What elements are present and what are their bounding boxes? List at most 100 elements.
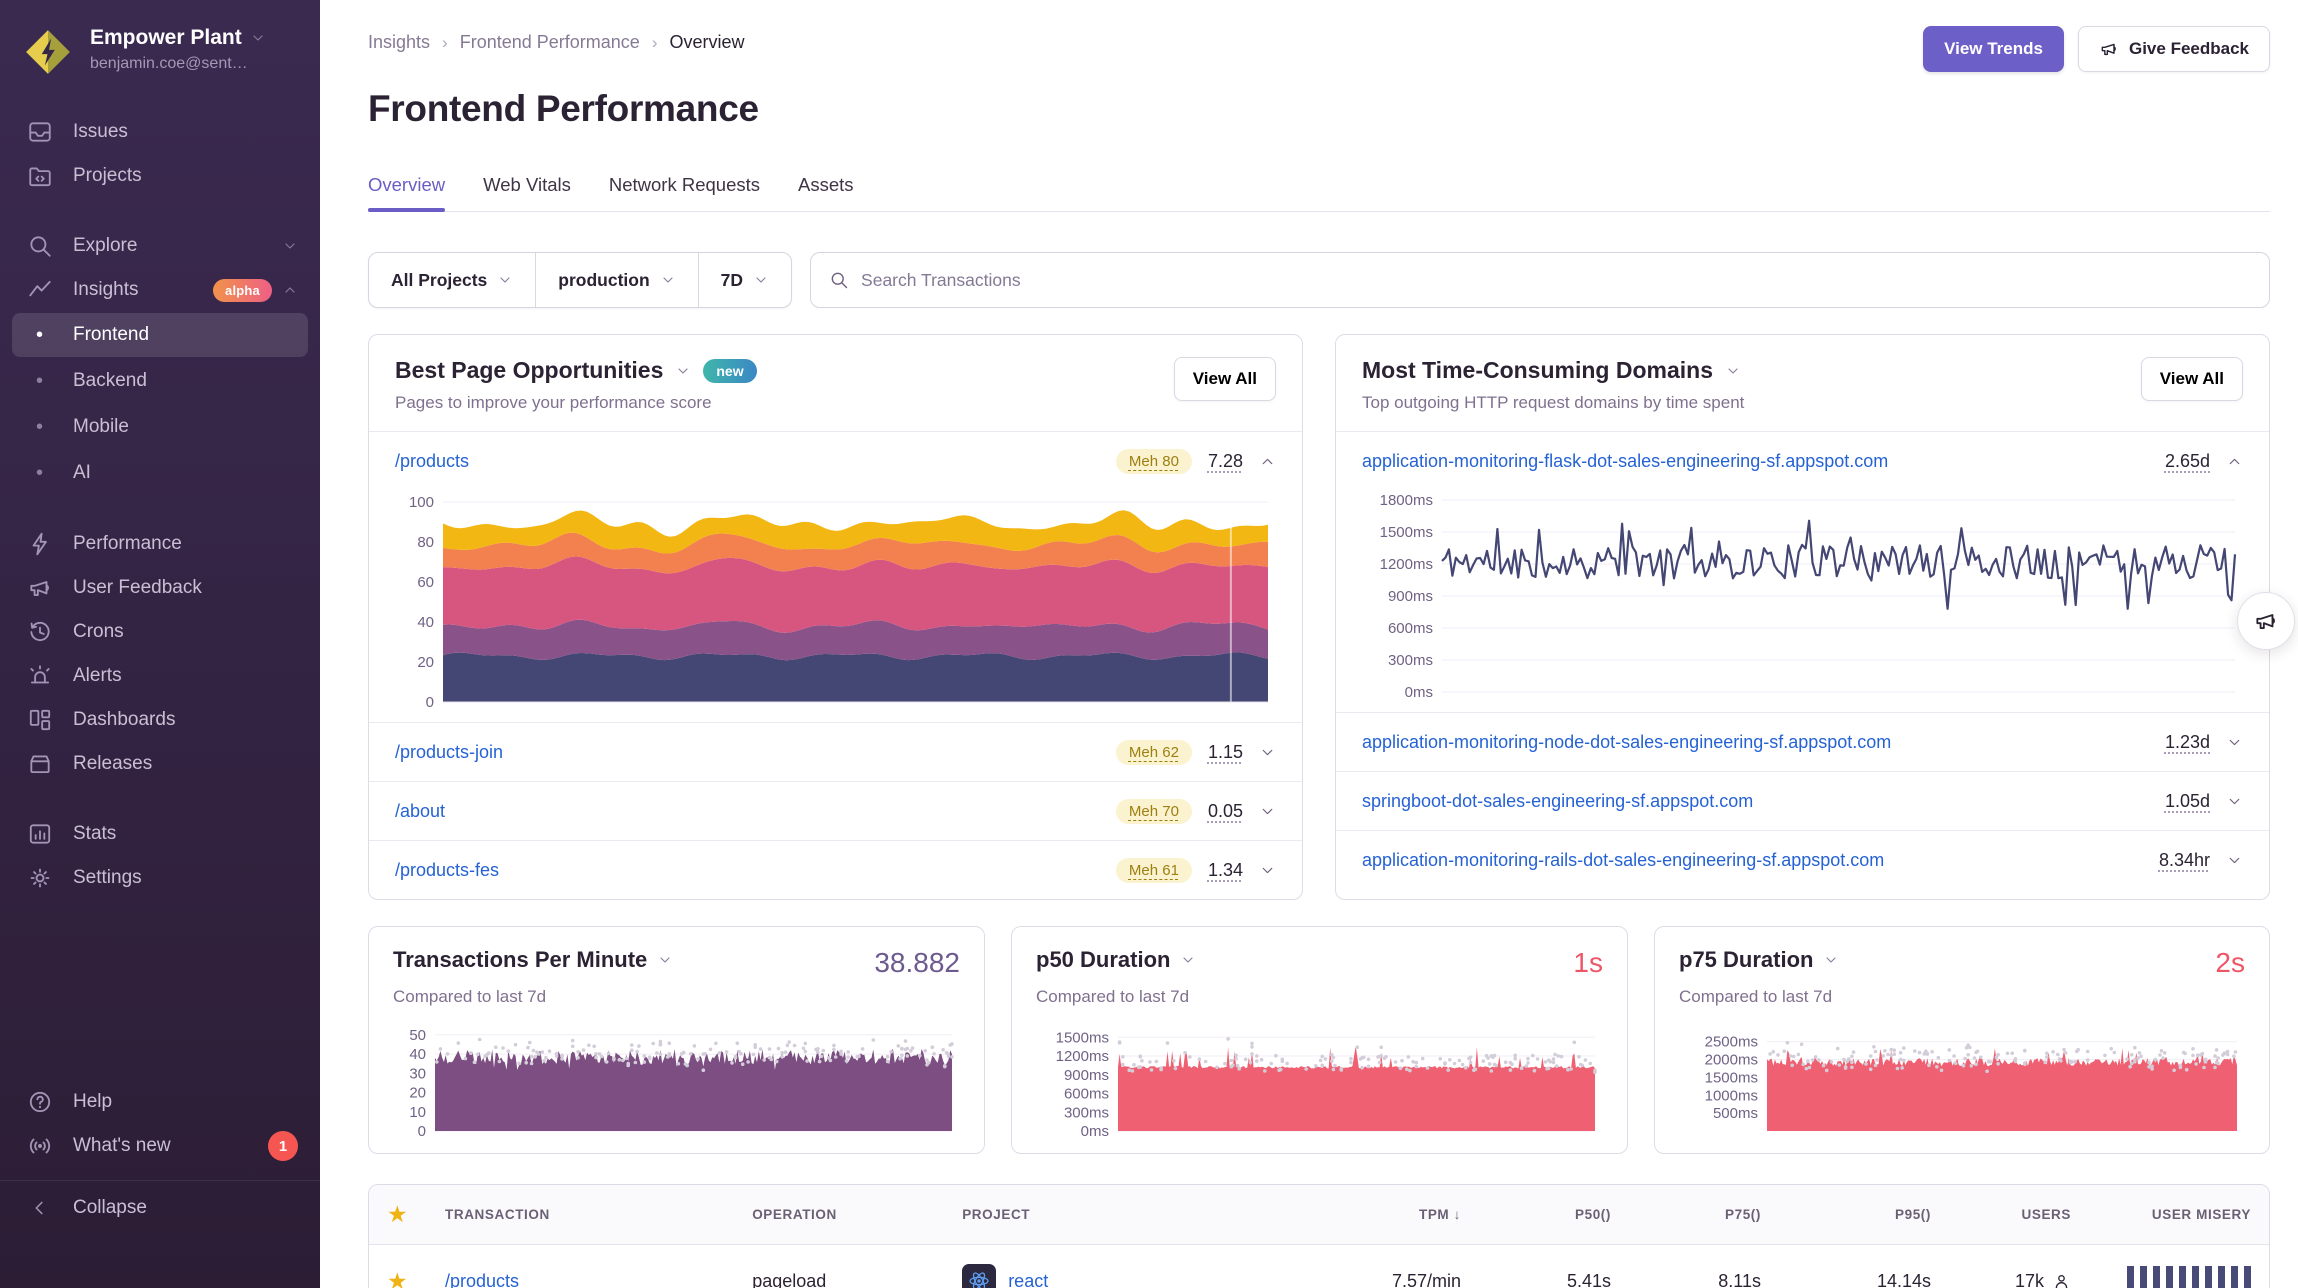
domain-link[interactable]: springboot-dot-sales-engineering-sf.apps… — [1362, 791, 1753, 812]
breadcrumb-frontend-performance[interactable]: Frontend Performance — [460, 32, 640, 53]
project-filter[interactable]: All Projects — [369, 253, 535, 307]
chevron-up-icon[interactable] — [2226, 453, 2243, 470]
view-trends-button[interactable]: View Trends — [1923, 26, 2064, 72]
svg-text:500ms: 500ms — [1713, 1105, 1758, 1122]
tab-assets[interactable]: Assets — [798, 174, 854, 211]
chevron-down-icon[interactable] — [657, 952, 673, 968]
give-feedback-button[interactable]: Give Feedback — [2078, 26, 2270, 72]
floating-feedback-button[interactable] — [2237, 592, 2295, 650]
page-link[interactable]: /products-join — [395, 742, 503, 763]
column-p95[interactable]: P95() — [1779, 1207, 1949, 1222]
main-content: Insights › Frontend Performance › Overvi… — [320, 0, 2298, 1288]
sidebar-item-backend[interactable]: • Backend — [12, 359, 308, 403]
svg-text:1200ms: 1200ms — [1380, 556, 1433, 573]
sidebar-item-label: Releases — [73, 753, 152, 775]
svg-text:0: 0 — [418, 1123, 426, 1139]
p50-value: 5.41s — [1479, 1271, 1629, 1288]
sidebar-item-insights[interactable]: Insights alpha — [0, 268, 320, 312]
sidebar-item-whats-new[interactable]: What's new 1 — [0, 1124, 320, 1168]
sidebar-item-label: Collapse — [73, 1197, 147, 1219]
domain-link[interactable]: application-monitoring-rails-dot-sales-e… — [1362, 850, 1884, 871]
sidebar-item-frontend[interactable]: • Frontend — [12, 313, 308, 357]
sidebar-item-releases[interactable]: Releases — [0, 742, 320, 786]
sidebar-item-performance[interactable]: Performance — [0, 522, 320, 566]
chevron-down-icon[interactable] — [675, 363, 691, 379]
org-meta: Empower Plant benjamin.coe@sent… — [90, 26, 266, 73]
sidebar-item-stats[interactable]: Stats — [0, 812, 320, 856]
column-operation[interactable]: OPERATION — [734, 1207, 944, 1222]
sidebar-item-issues[interactable]: Issues — [0, 110, 320, 154]
column-tpm[interactable]: TPM ↓ — [1274, 1207, 1479, 1222]
sidebar: Empower Plant benjamin.coe@sent… Issues … — [0, 0, 320, 1288]
domain-link[interactable]: application-monitoring-node-dot-sales-en… — [1362, 732, 1891, 753]
breadcrumb: Insights › Frontend Performance › Overvi… — [368, 32, 745, 53]
domain-row-springboot: springboot-dot-sales-engineering-sf.apps… — [1336, 771, 2269, 830]
star-icon[interactable]: ★ — [387, 1268, 408, 1288]
card-value: 2s — [2215, 947, 2245, 979]
environment-filter[interactable]: production — [535, 253, 697, 307]
chevron-down-icon[interactable] — [1725, 363, 1741, 379]
sidebar-collapse-button[interactable]: Collapse — [0, 1180, 320, 1224]
domain-row-rails: application-monitoring-rails-dot-sales-e… — [1336, 830, 2269, 889]
page-filters: All Projects production 7D — [368, 252, 792, 308]
svg-text:600ms: 600ms — [1064, 1086, 1109, 1103]
sort-arrow-icon: ↓ — [1454, 1207, 1461, 1222]
domain-link[interactable]: application-monitoring-flask-dot-sales-e… — [1362, 451, 1888, 472]
project-link[interactable]: react — [1008, 1271, 1048, 1288]
transaction-link[interactable]: /products — [445, 1271, 519, 1288]
chevron-down-icon[interactable] — [1259, 744, 1276, 761]
sidebar-item-explore[interactable]: Explore — [0, 224, 320, 268]
search-input[interactable] — [861, 253, 2251, 307]
chevron-up-icon[interactable] — [1259, 453, 1276, 470]
column-p50[interactable]: P50() — [1479, 1207, 1629, 1222]
date-range-filter[interactable]: 7D — [698, 253, 791, 307]
siren-icon — [26, 663, 53, 690]
chevron-down-icon[interactable] — [2226, 793, 2243, 810]
org-switcher[interactable]: Empower Plant benjamin.coe@sent… — [0, 20, 320, 84]
tab-network-requests[interactable]: Network Requests — [609, 174, 760, 211]
column-project[interactable]: PROJECT — [944, 1207, 1274, 1222]
chevron-down-icon[interactable] — [1180, 952, 1196, 968]
org-name: Empower Plant — [90, 26, 242, 50]
chevron-down-icon[interactable] — [2226, 734, 2243, 751]
chevron-down-icon[interactable] — [2226, 852, 2243, 869]
sidebar-item-help[interactable]: Help — [0, 1080, 320, 1124]
sidebar-item-mobile[interactable]: • Mobile — [12, 405, 308, 449]
chevron-down-icon[interactable] — [1259, 862, 1276, 879]
sidebar-item-settings[interactable]: Settings — [0, 856, 320, 900]
breadcrumb-insights[interactable]: Insights — [368, 32, 430, 53]
sidebar-item-ai[interactable]: • AI — [12, 451, 308, 495]
users-cell: 17k — [1949, 1271, 2089, 1288]
best-page-opportunities-panel: Best Page Opportunities new Pages to imp… — [368, 334, 1303, 900]
svg-text:60: 60 — [417, 574, 434, 591]
column-user-misery[interactable]: USER MISERY — [2089, 1207, 2269, 1222]
svg-text:300ms: 300ms — [1064, 1104, 1109, 1121]
tab-web-vitals[interactable]: Web Vitals — [483, 174, 571, 211]
search-bar[interactable] — [810, 252, 2270, 308]
bullet-icon: • — [26, 370, 53, 393]
view-all-button[interactable]: View All — [1174, 357, 1276, 401]
sidebar-item-alerts[interactable]: Alerts — [0, 654, 320, 698]
megaphone-icon — [26, 575, 53, 602]
view-all-button[interactable]: View All — [2141, 357, 2243, 401]
svg-text:1500ms: 1500ms — [1705, 1069, 1758, 1086]
star-icon[interactable]: ★ — [387, 1201, 408, 1227]
column-p75[interactable]: P75() — [1629, 1207, 1779, 1222]
sidebar-item-dashboards[interactable]: Dashboards — [0, 698, 320, 742]
project-filter-label: All Projects — [391, 270, 487, 291]
panel-header: Best Page Opportunities new Pages to imp… — [369, 335, 1302, 431]
user-misery-bars — [2107, 1266, 2251, 1288]
chevron-down-icon[interactable] — [1823, 952, 1839, 968]
panel-header: Most Time-Consuming Domains Top outgoing… — [1336, 335, 2269, 431]
sidebar-item-projects[interactable]: Projects — [0, 154, 320, 198]
page-link[interactable]: /products — [395, 451, 469, 472]
page-link[interactable]: /about — [395, 801, 445, 822]
column-users[interactable]: USERS — [1949, 1207, 2089, 1222]
sidebar-item-user-feedback[interactable]: User Feedback — [0, 566, 320, 610]
sidebar-item-crons[interactable]: Crons — [0, 610, 320, 654]
tab-overview[interactable]: Overview — [368, 174, 445, 211]
column-transaction[interactable]: TRANSACTION — [427, 1207, 734, 1222]
page-link[interactable]: /products-fes — [395, 860, 499, 881]
time-spent-value: 1.05d — [2165, 791, 2210, 812]
chevron-down-icon[interactable] — [1259, 803, 1276, 820]
